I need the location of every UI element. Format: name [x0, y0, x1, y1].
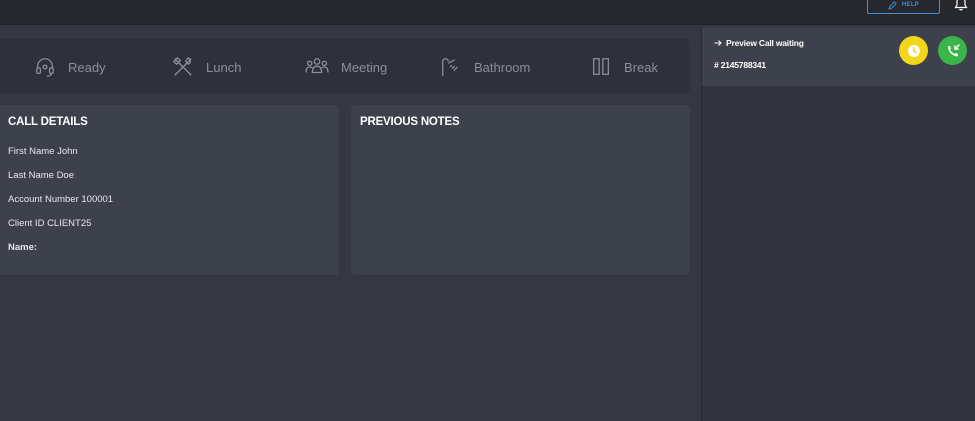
phone-incoming-icon	[947, 43, 960, 56]
clock-icon	[907, 44, 920, 57]
help-button[interactable]: HELP	[867, 0, 940, 14]
users-icon	[305, 58, 329, 74]
pause-icon	[593, 58, 609, 75]
shower-icon	[442, 58, 458, 77]
preview-call-text: Preview Call waiting	[726, 38, 804, 48]
previous-notes-title: PREVIOUS NOTES	[360, 116, 460, 128]
status-break[interactable]: Break	[590, 55, 658, 79]
status-ready-label: Ready	[68, 59, 106, 75]
status-lunch-label: Lunch	[206, 59, 242, 75]
status-lunch[interactable]: Lunch	[172, 55, 241, 79]
utensils-icon	[172, 56, 192, 76]
phone-number: # 2145788341	[714, 60, 766, 70]
arrow-right-icon	[714, 40, 722, 46]
preview-call-label: Preview Call waiting	[714, 38, 804, 48]
headset-icon	[36, 58, 54, 77]
pen-icon	[888, 0, 897, 10]
bell-icon[interactable]	[953, 0, 969, 12]
client-id-field: Client ID CLIENT25	[8, 218, 92, 229]
previous-notes-card: PREVIOUS NOTES	[351, 105, 690, 275]
call-queue-panel: Preview Call waiting # 2145788341	[701, 27, 975, 421]
help-button-label: HELP	[901, 2, 920, 8]
status-meeting[interactable]: Meeting	[305, 55, 387, 79]
call-details-card: CALL DETAILS First Name John Last Name D…	[0, 105, 339, 275]
status-bathroom-label: Bathroom	[474, 59, 531, 75]
agent-status-bar: Ready Lunch Meeting Bathroom Break	[0, 39, 690, 93]
last-name-field: Last Name Doe	[8, 170, 75, 181]
clock-button[interactable]	[899, 36, 928, 65]
status-meeting-label: Meeting	[341, 59, 388, 75]
accept-call-button[interactable]	[938, 36, 967, 65]
status-break-label: Break	[624, 59, 658, 75]
name-field: Name:	[8, 242, 38, 253]
status-ready[interactable]: Ready	[34, 55, 106, 79]
top-bar: HELP	[0, 0, 975, 25]
first-name-field: First Name John	[8, 146, 78, 157]
status-bathroom[interactable]: Bathroom	[440, 55, 530, 79]
call-details-title: CALL DETAILS	[8, 116, 88, 128]
account-number-field: Account Number 100001	[8, 194, 114, 205]
preview-call-header: Preview Call waiting # 2145788341	[702, 27, 975, 86]
